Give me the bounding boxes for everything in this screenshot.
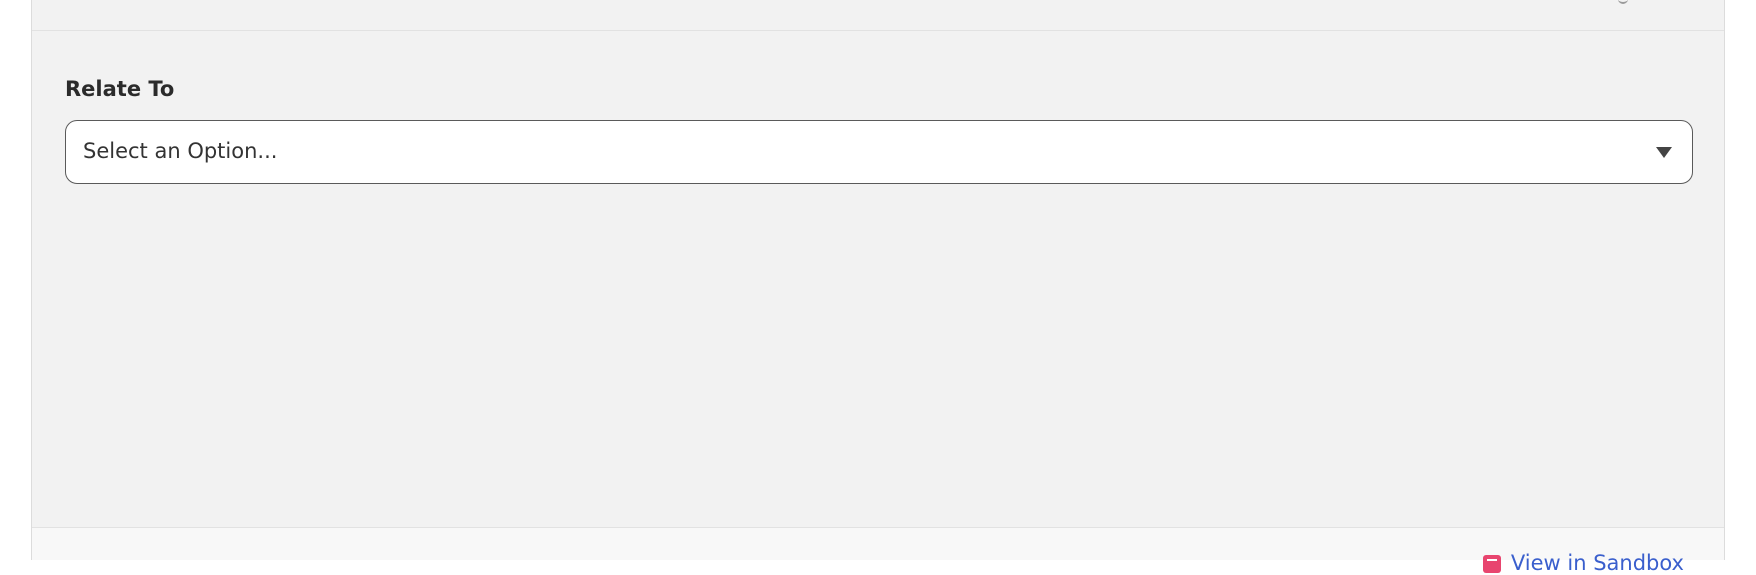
panel-footer: View in Sandbox [32, 527, 1724, 575]
footer-link-label: View in Sandbox [1510, 551, 1684, 575]
footer-link[interactable]: View in Sandbox [1482, 551, 1684, 575]
partial-icon [1618, 0, 1628, 4]
external-link-icon [1482, 555, 1501, 573]
relate-to-label: Relate To [65, 77, 175, 101]
relate-to-select-value: Select an Option... [83, 139, 278, 163]
top-section-edge [32, 0, 1724, 31]
relate-to-select[interactable]: Select an Option... [65, 120, 1693, 184]
form-panel: Relate To Select an Option... View in Sa… [31, 0, 1725, 575]
chevron-down-icon [1656, 147, 1672, 158]
